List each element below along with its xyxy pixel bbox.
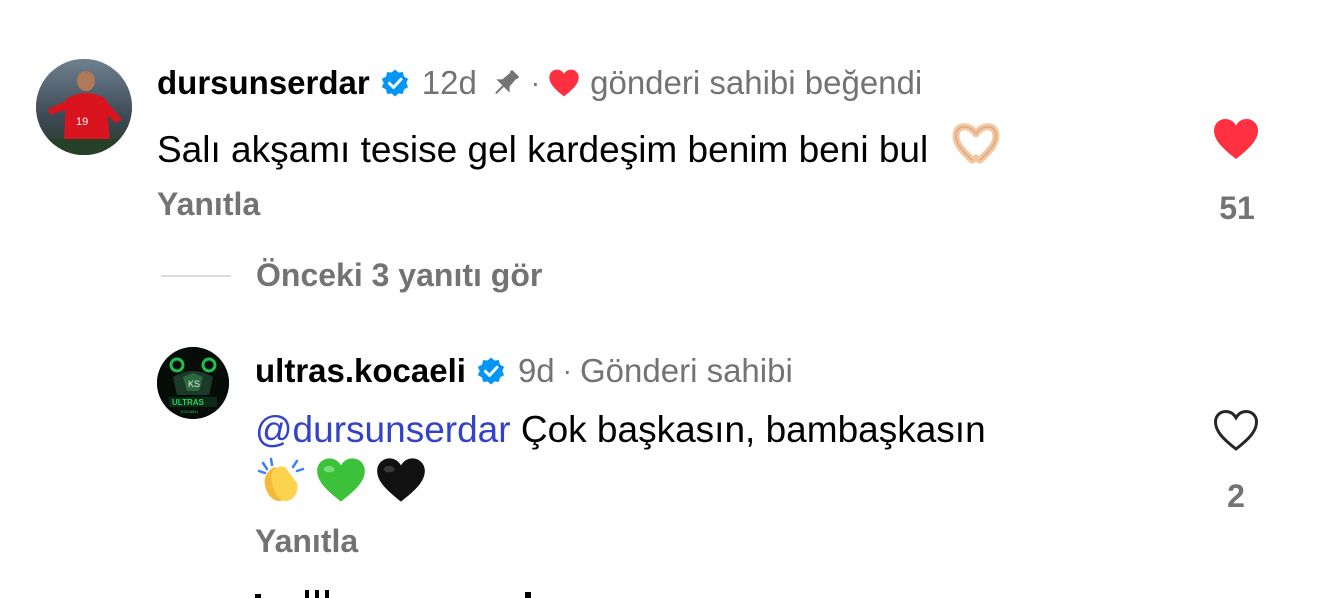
thread-divider [161,275,231,277]
reply-username[interactable]: ultras.kocaeli [255,352,466,390]
svg-text:KOCAELI: KOCAELI [181,409,198,414]
next-comment-cutoff [255,588,575,598]
avatar-image: 19 [36,59,132,155]
comment-time: 12d [421,64,477,101]
avatar-image: KS ULTRAS KOCAELI [157,347,229,419]
pin-icon [494,70,519,95]
comment-body: Salı akşamı tesise gel kardeşim benim be… [157,129,929,170]
reply-button[interactable]: Yanıtla [157,186,260,223]
reply-header: ultras.kocaeli 9d · Gönderi sahibi [255,350,793,392]
mention-link[interactable]: @dursunserdar [255,409,511,450]
separator-dot: · [562,355,572,386]
svg-text:KS: KS [188,379,200,389]
reply-body: Çok başkasın, bambaşkasın [520,409,986,450]
clapping-hands-emoji-icon [257,457,305,502]
like-heart-outline-icon[interactable] [1212,407,1260,453]
author-badge: Gönderi sahibi [580,352,793,389]
comment-header: dursunserdar 12d · gönderi sahibi beğend… [157,62,922,104]
heart-hands-emoji-icon [952,123,1000,164]
author-liked-label: gönderi sahibi beğendi [590,64,923,101]
comment-username[interactable]: dursunserdar [157,64,370,102]
svg-text:19: 19 [76,116,88,128]
reply-time: 9d [517,352,555,389]
view-previous-replies-button[interactable]: Önceki 3 yanıtı gör [256,257,542,294]
cutoff-text-fragment [255,590,531,598]
like-count: 2 [1227,478,1245,514]
verified-badge-icon [477,357,505,385]
avatar-dursunserdar[interactable]: 19 [36,59,132,155]
like-count: 51 [1219,190,1255,226]
like-heart-filled-icon[interactable] [1212,116,1260,162]
reply-emojis [255,455,427,505]
verified-badge-icon [381,69,408,97]
green-heart-emoji-icon [317,458,365,502]
separator-dot: · [530,67,541,98]
svg-text:ULTRAS: ULTRAS [172,398,205,407]
avatar-ultras-kocaeli[interactable]: KS ULTRAS KOCAELI [157,347,229,419]
reply-text: @dursunserdar Çok başkasın, bambaşkasın [255,407,986,453]
reply-button[interactable]: Yanıtla [255,523,358,560]
comment-text: Salı akşamı tesise gel kardeşim benim be… [157,118,1002,173]
author-liked-heart-icon [549,69,579,97]
black-heart-emoji-icon [377,458,425,502]
